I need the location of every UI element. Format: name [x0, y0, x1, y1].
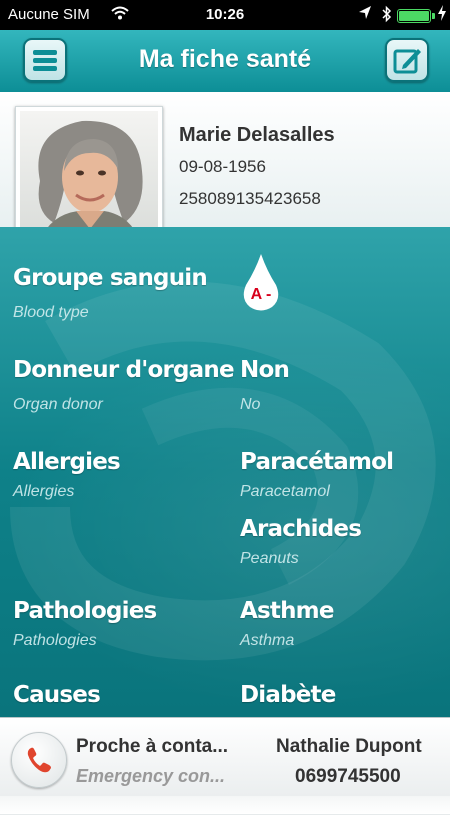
causes-label: Causes	[13, 682, 101, 708]
allergy-item-en: Peanuts	[240, 550, 299, 567]
allergy-item-en: Paracetamol	[240, 483, 330, 500]
cause-item: Diabète	[240, 682, 336, 708]
battery-tip	[432, 13, 435, 19]
blood-drop-icon: A -	[242, 253, 280, 318]
patient-birth-date: 09-08-1956	[179, 157, 266, 176]
edit-button[interactable]	[385, 38, 429, 82]
emergency-contact-name: Nathalie Dupont	[276, 736, 422, 757]
phone-icon	[27, 747, 51, 773]
organ-donor-value: Non	[240, 357, 290, 383]
status-bar: Aucune SIM 10:26	[0, 0, 450, 30]
call-button[interactable]	[11, 732, 67, 788]
pathologies-label: Pathologies	[13, 598, 157, 624]
emergency-contact-phone[interactable]: 0699745500	[295, 766, 401, 788]
battery-icon	[397, 9, 431, 23]
allergies-sublabel: Allergies	[13, 483, 75, 500]
allergy-item: Paracétamol	[240, 449, 394, 475]
allergies-label: Allergies	[13, 449, 121, 475]
patient-ssn: 258089135423658	[179, 189, 321, 208]
patient-name: Marie Delasalles	[179, 124, 335, 146]
blood-type-label: Groupe sanguin	[13, 265, 208, 291]
emergency-contact-sublabel: Emergency con...	[76, 766, 226, 786]
emergency-contact-label: Proche à conta...	[76, 736, 229, 757]
charging-icon	[438, 5, 446, 24]
navigation-bar: Ma fiche santé	[0, 30, 450, 93]
avatar	[20, 111, 158, 241]
allergy-item: Arachides	[240, 516, 362, 542]
pathology-item: Asthme	[240, 598, 334, 624]
blood-type-value: A -	[251, 286, 272, 303]
organ-donor-label: Donneur d'organe	[13, 357, 235, 383]
bluetooth-icon	[382, 5, 392, 26]
pathologies-sublabel: Pathologies	[13, 632, 97, 649]
bottom-edge	[0, 796, 450, 814]
page-title: Ma fiche santé	[138, 45, 312, 73]
pathology-item-en: Asthma	[240, 632, 295, 649]
organ-donor-sublabel: Organ donor	[13, 396, 103, 413]
edit-icon	[393, 49, 421, 74]
location-arrow-icon	[358, 5, 372, 25]
blood-type-sublabel: Blood type	[13, 304, 89, 321]
health-info-panel: Groupe sanguin Blood type A - Donneur d'…	[0, 227, 450, 717]
profile-photo	[15, 106, 163, 246]
organ-donor-value-en: No	[240, 396, 261, 413]
